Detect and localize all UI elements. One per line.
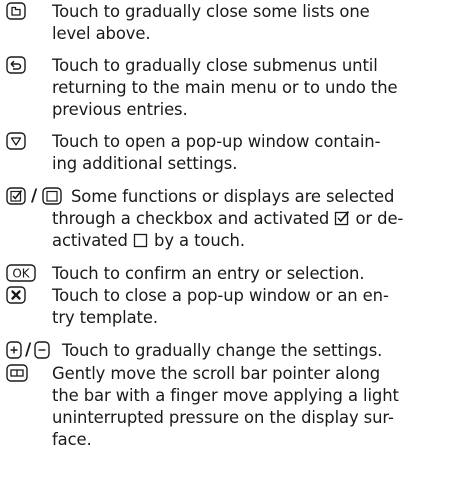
entry-line: Touch to gradually change the settings. [62, 341, 383, 360]
ok-button-icon: OK [6, 264, 36, 282]
plus-icon [6, 341, 22, 359]
separator: / [25, 340, 32, 360]
scrollbar-icon [6, 364, 28, 382]
entry-text: or de- [350, 209, 404, 228]
entry-line: activated by a touch. [52, 230, 451, 252]
entry-line: uninterrupted pressure on the display su… [52, 408, 394, 427]
checkbox-checked-icon [6, 187, 26, 205]
entry-line: Gently move the scroll bar pointer along [52, 364, 381, 383]
svg-text:OK: OK [12, 267, 30, 281]
list-up-icon [6, 2, 26, 20]
entry-line: Touch to close a pop-up window or an en- [52, 286, 389, 305]
instructions-page: Touch to gradually close some lists one … [0, 0, 457, 492]
entry-line: ing additional settings. [52, 154, 238, 173]
empty-box-icon [133, 233, 148, 248]
entry-text: activated [52, 231, 128, 250]
entry-line: Touch to confirm an entry or selection. [52, 264, 365, 283]
entry-text: by a touch. [148, 231, 245, 250]
entry-line: face. [52, 430, 92, 449]
entry-line: previous entries. [52, 100, 188, 119]
checkbox-icon: / [6, 187, 62, 205]
close-icon [6, 286, 26, 304]
entry-line: Touch to open a pop-up window contain- [52, 132, 381, 151]
minus-icon [34, 341, 50, 359]
entry-line: the bar with a finger move applying a li… [52, 386, 399, 405]
entry-line: returning to the main menu or to undo th… [52, 78, 398, 97]
entry-line: level above. [52, 24, 151, 43]
entry-line: Touch to gradually close some lists one [52, 2, 370, 21]
dropdown-icon [6, 132, 26, 150]
entry-line: Touch to gradually close submenus until [52, 56, 378, 75]
checkbox-unchecked-icon [42, 187, 62, 205]
entry-text: through a checkbox and activated [52, 209, 330, 228]
plus-minus-icon: / [6, 341, 50, 359]
back-icon [6, 56, 26, 74]
entry-line: through a checkbox and activated or de- [52, 208, 451, 230]
checkmark-box-icon [335, 210, 350, 226]
entry-line: Some functions or displays are selected [71, 187, 395, 206]
entry-line: try template. [52, 308, 158, 327]
separator: / [31, 186, 38, 206]
